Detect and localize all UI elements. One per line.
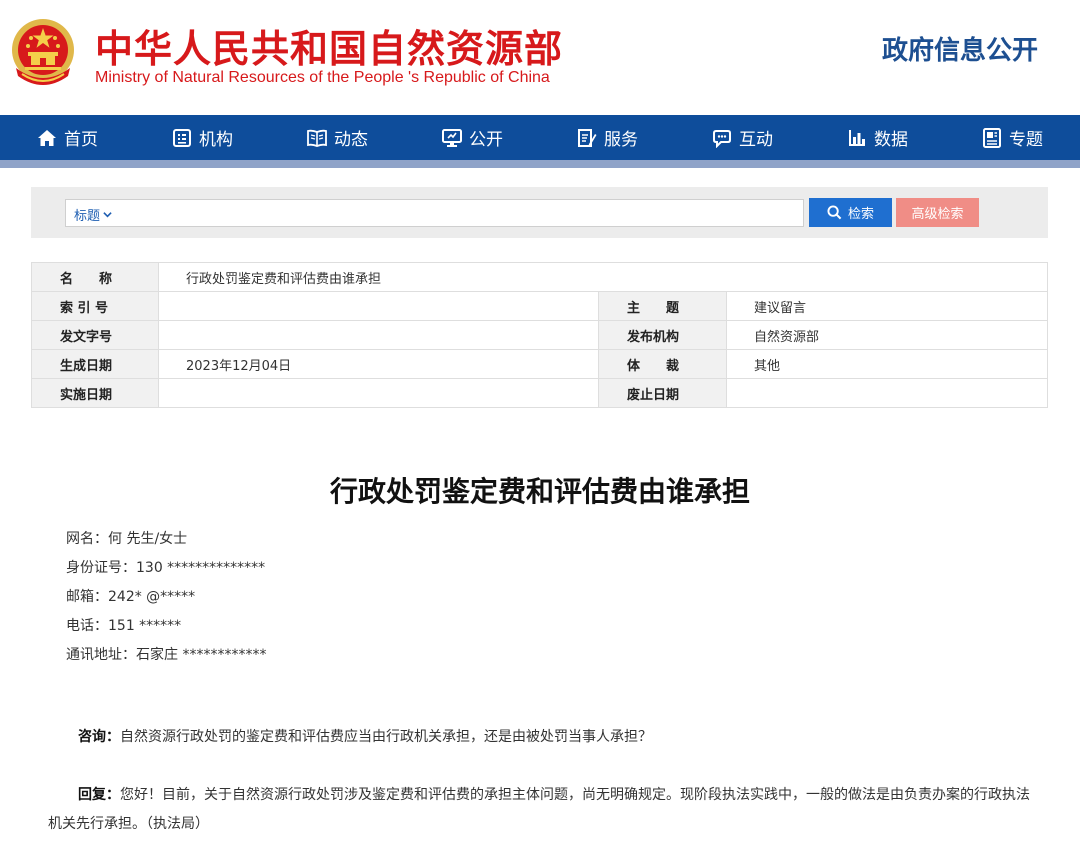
petitioner-email: 邮箱：242* @***** <box>66 589 196 605</box>
national-emblem-icon[interactable] <box>8 16 78 92</box>
petitioner-id-number: 身份证号：130 ************** <box>66 560 266 576</box>
reply-label: 回复： <box>78 787 120 803</box>
edit-doc-icon <box>578 128 597 147</box>
table-row: 实施日期 废止日期 <box>31 378 1048 408</box>
table-row: 发文字号 发布机构 自然资源部 <box>31 320 1048 350</box>
chevron-down-icon <box>103 212 112 218</box>
meta-label-publisher: 发布机构 <box>598 320 727 350</box>
nav-divider <box>0 160 1080 168</box>
nav-item-org[interactable]: 机构 <box>135 115 270 160</box>
meta-value-effective <box>158 378 599 408</box>
nav-item-interaction[interactable]: 互动 <box>675 115 810 160</box>
meta-value-created: 2023年12月04日 <box>158 349 599 379</box>
monitor-icon <box>442 128 462 147</box>
meta-label-created: 生成日期 <box>31 349 159 379</box>
nav-item-label: 数据 <box>874 130 908 150</box>
reply-paragraph: 回复：您好！目前，关于自然资源行政处罚涉及鉴定费和评估费的承担主体问题，尚无明确… <box>48 781 1038 839</box>
home-icon <box>38 129 56 146</box>
meta-label-name: 名 称 <box>31 262 159 292</box>
nav-item-label: 专题 <box>1009 130 1043 150</box>
advanced-search-label: 高级检索 <box>911 207 964 222</box>
reply-text: 您好！目前，关于自然资源行政处罚涉及鉴定费和评估费的承担主体问题，尚无明确规定。… <box>48 787 1030 832</box>
petitioner-phone: 电话：151 ****** <box>66 618 182 634</box>
advanced-search-button[interactable]: 高级检索 <box>896 198 979 227</box>
meta-value-doc-no <box>158 320 599 350</box>
site-header: 中华人民共和国自然资源部 Ministry of Natural Resourc… <box>0 0 1080 115</box>
gov-info-disclosure-title[interactable]: 政府信息公开 <box>882 30 1038 67</box>
meta-label-subject: 主 题 <box>598 291 727 321</box>
bar-chart-icon <box>849 129 865 146</box>
nav-item-label: 互动 <box>739 130 773 150</box>
chat-icon <box>713 129 731 148</box>
meta-label-effective: 实施日期 <box>31 378 159 408</box>
search-type-dropdown[interactable]: 标题 <box>74 205 112 224</box>
meta-value-name: 行政处罚鉴定费和评估费由谁承担 <box>158 262 1048 292</box>
search-input[interactable] <box>126 202 796 224</box>
question-paragraph: 咨询：自然资源行政处罚的鉴定费和评估费应当由行政机关承担，还是由被处罚当事人承担… <box>48 723 1038 752</box>
meta-value-genre: 其他 <box>726 349 1048 379</box>
meta-value-abolish <box>726 378 1048 408</box>
table-row: 生成日期 2023年12月04日 体 裁 其他 <box>31 349 1048 379</box>
table-row: 名 称 行政处罚鉴定费和评估费由谁承担 <box>31 262 1048 292</box>
book-icon <box>307 129 327 147</box>
document-meta-table: 名 称 行政处罚鉴定费和评估费由谁承担 索 引 号 主 题 建议留言 发文字号 … <box>31 262 1048 408</box>
org-icon <box>173 128 191 147</box>
nav-item-label: 首页 <box>64 130 98 150</box>
search-button[interactable]: 检索 <box>809 198 892 227</box>
article-title: 行政处罚鉴定费和评估费由谁承担 <box>329 475 750 508</box>
site-title-cn[interactable]: 中华人民共和国自然资源部 <box>95 18 563 73</box>
topic-icon <box>983 127 1001 148</box>
meta-value-publisher: 自然资源部 <box>726 320 1048 350</box>
meta-label-index: 索 引 号 <box>31 291 159 321</box>
meta-label-abolish: 废止日期 <box>598 378 727 408</box>
nav-item-home[interactable]: 首页 <box>0 115 135 160</box>
nav-item-data[interactable]: 数据 <box>810 115 945 160</box>
site-title-en[interactable]: Ministry of Natural Resources of the Peo… <box>95 69 550 87</box>
nav-item-news[interactable]: 动态 <box>270 115 405 160</box>
meta-value-index <box>158 291 599 321</box>
main-nav: 首页 机构 动态 公开 服务 互动 数据 专题 <box>0 115 1080 160</box>
search-box: 标题 <box>65 199 804 227</box>
meta-label-genre: 体 裁 <box>598 349 727 379</box>
nav-item-label: 公开 <box>469 130 503 150</box>
petitioner-address: 通讯地址：石家庄 ************ <box>66 647 267 663</box>
petitioner-name: 网名：何 先生/女士 <box>66 531 188 547</box>
nav-item-topic[interactable]: 专题 <box>945 115 1080 160</box>
nav-item-label: 服务 <box>604 130 638 150</box>
search-icon <box>827 205 842 220</box>
question-text: 自然资源行政处罚的鉴定费和评估费应当由行政机关承担，还是由被处罚当事人承担？ <box>120 729 652 745</box>
nav-item-label: 机构 <box>199 130 233 150</box>
search-button-label: 检索 <box>847 207 874 222</box>
nav-item-service[interactable]: 服务 <box>540 115 675 160</box>
question-label: 咨询： <box>78 729 120 745</box>
search-type-label: 标题 <box>74 209 101 224</box>
meta-value-subject: 建议留言 <box>726 291 1048 321</box>
search-panel: 标题 检索 高级检索 <box>31 187 1048 238</box>
table-row: 索 引 号 主 题 建议留言 <box>31 291 1048 321</box>
meta-label-doc-no: 发文字号 <box>31 320 159 350</box>
nav-item-disclosure[interactable]: 公开 <box>405 115 540 160</box>
nav-item-label: 动态 <box>334 130 368 150</box>
